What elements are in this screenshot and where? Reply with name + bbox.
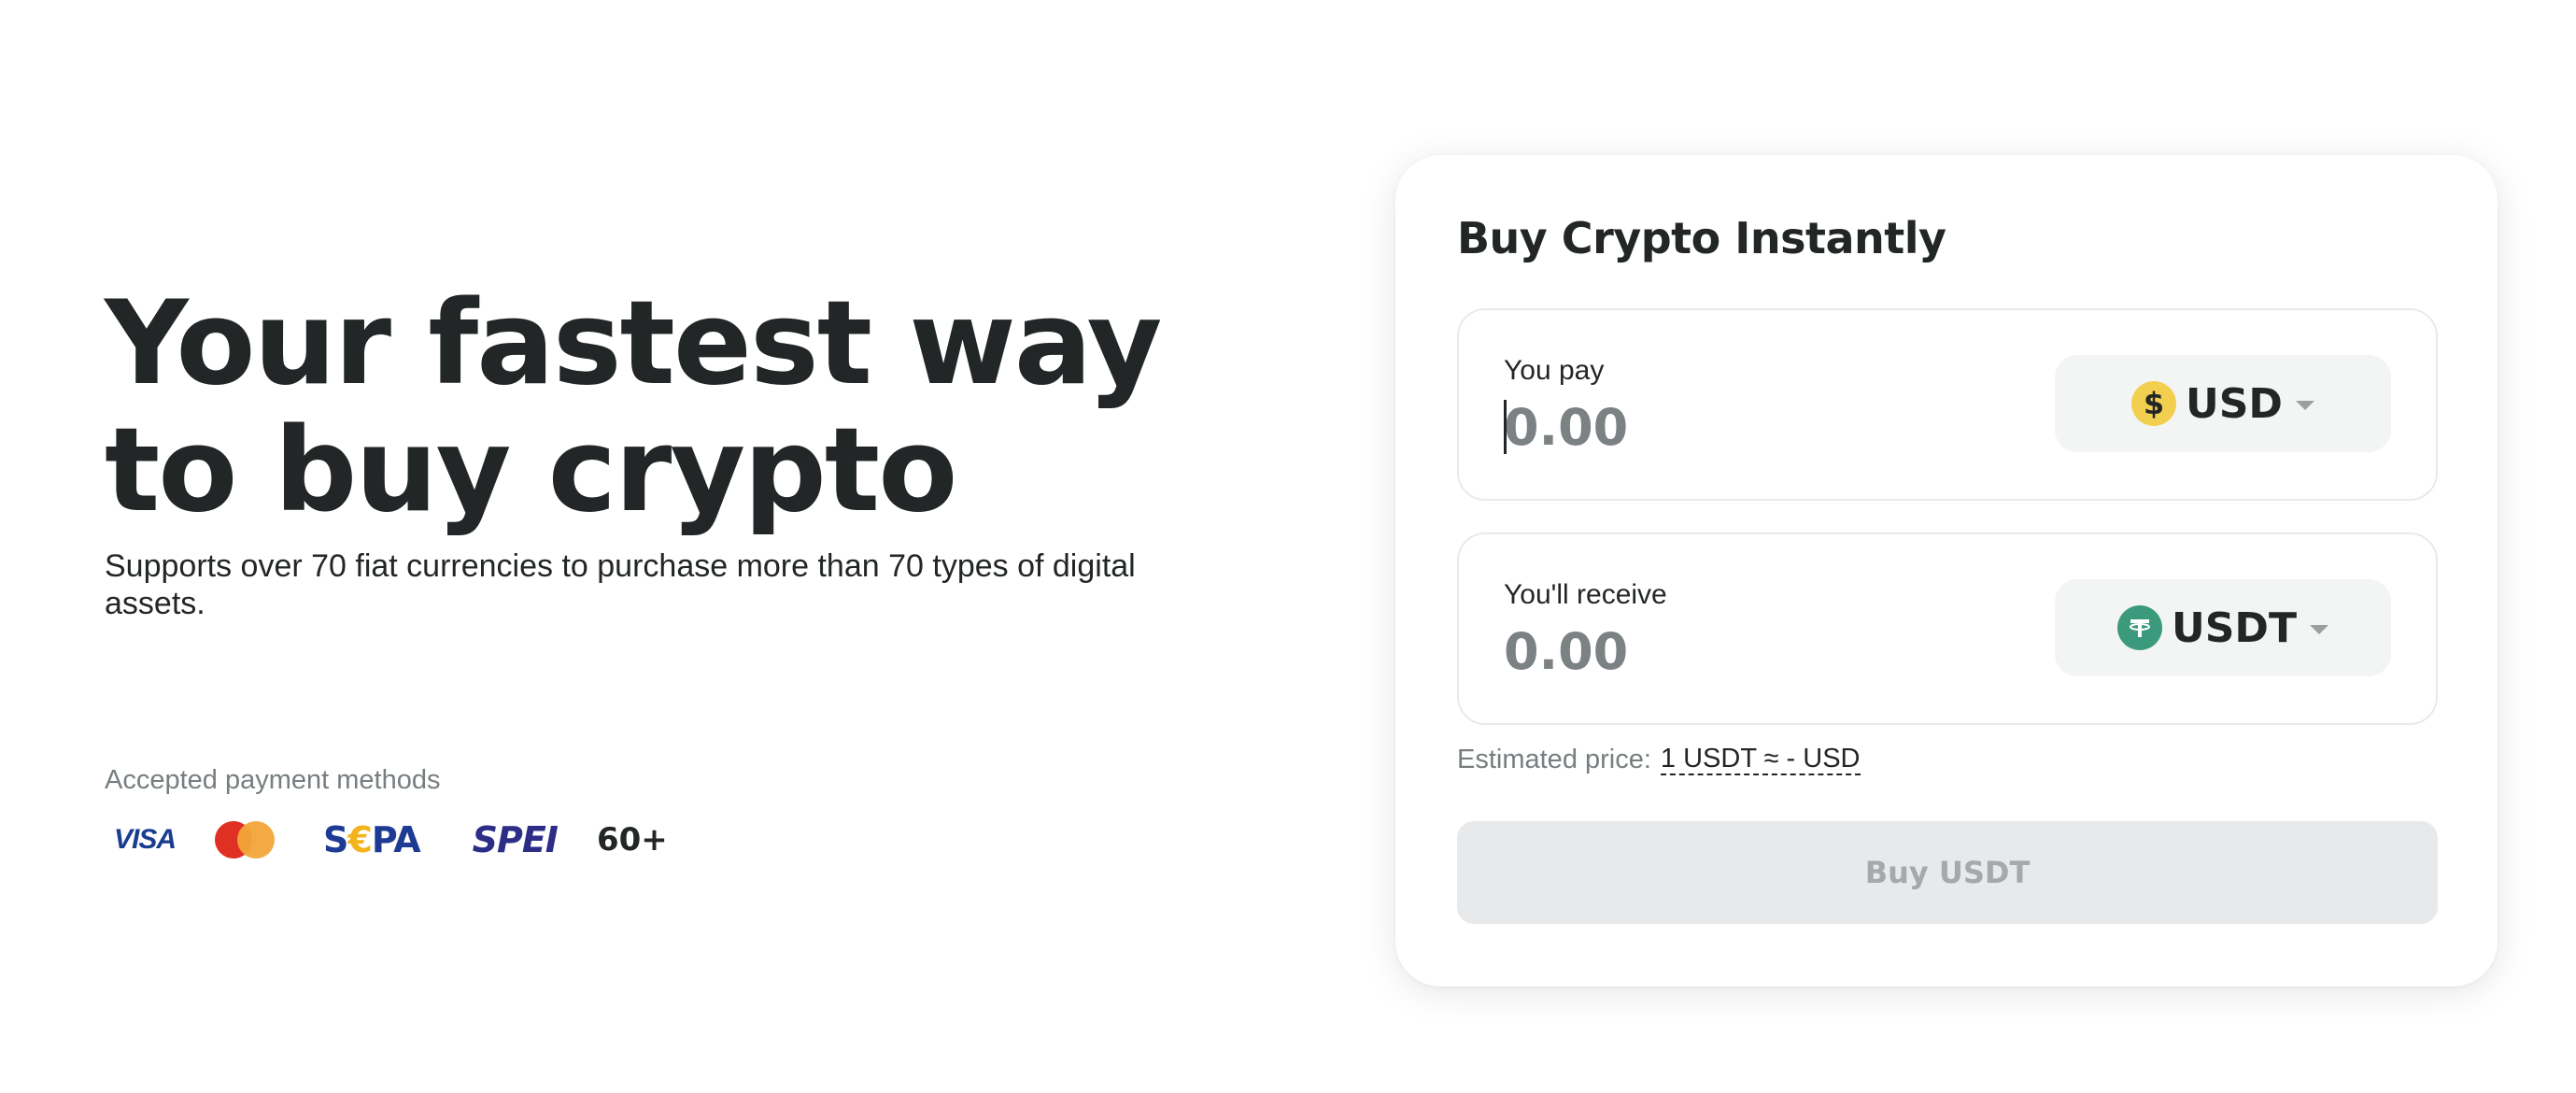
spei-logo: SPEI <box>472 819 559 860</box>
estimate-label: Estimated price: <box>1457 744 1651 774</box>
estimated-price: Estimated price: 1 USDT ≈ - USD <box>1457 744 1861 775</box>
receive-currency-code: USDT <box>2172 603 2297 652</box>
hero-title-line-2: to buy crypto <box>105 404 957 538</box>
mastercard-orange-circle <box>237 821 275 859</box>
hero-subtitle: Supports over 70 fiat currencies to purc… <box>105 548 1136 621</box>
receive-field: You'll receive USDT <box>1457 532 2438 725</box>
mastercard-logo <box>215 821 276 859</box>
page: Your fastest way to buy crypto Supports … <box>0 0 2576 1093</box>
pay-currency-code: USD <box>2186 379 2283 428</box>
chevron-down-icon <box>2309 625 2328 634</box>
chevron-down-icon <box>2295 401 2314 410</box>
sepa-euro: € <box>347 819 372 860</box>
pay-field: You pay $ USD <box>1457 308 2438 501</box>
pay-currency-selector[interactable]: $ USD <box>2055 355 2391 452</box>
pay-amount-input[interactable] <box>1504 394 2027 460</box>
spei-text: SPEI <box>472 819 559 860</box>
pay-label: You pay <box>1504 355 1605 386</box>
sepa-s: S <box>323 819 348 860</box>
more-payment-methods: 60+ <box>596 821 668 859</box>
receive-amount-input[interactable] <box>1504 618 2027 684</box>
payment-logos: VISA S€PA SPEI 60+ <box>105 816 668 863</box>
dollar-coin-icon: $ <box>2131 381 2177 426</box>
card-title: Buy Crypto Instantly <box>1457 213 1946 263</box>
receive-currency-selector[interactable]: USDT <box>2055 579 2391 676</box>
tether-icon <box>2117 605 2163 650</box>
sepa-pa: PA <box>371 819 421 860</box>
receive-label: You'll receive <box>1504 579 1667 610</box>
buy-button[interactable]: Buy USDT <box>1457 821 2438 924</box>
hero-title-line-1: Your fastest way <box>105 277 1162 411</box>
sepa-logo: S€PA <box>323 819 421 860</box>
buy-crypto-card: Buy Crypto Instantly You pay $ USD You'l… <box>1395 155 2498 987</box>
payment-methods-label: Accepted payment methods <box>105 765 441 795</box>
payment-methods: Accepted payment methods VISA S€PA SPEI … <box>105 764 668 863</box>
hero-section: Your fastest way to buy crypto Supports … <box>105 280 1225 622</box>
visa-logo: VISA <box>114 824 177 855</box>
estimate-value[interactable]: 1 USDT ≈ - USD <box>1660 744 1861 775</box>
text-caret <box>1504 400 1507 454</box>
hero-title: Your fastest way to buy crypto <box>105 280 1225 534</box>
